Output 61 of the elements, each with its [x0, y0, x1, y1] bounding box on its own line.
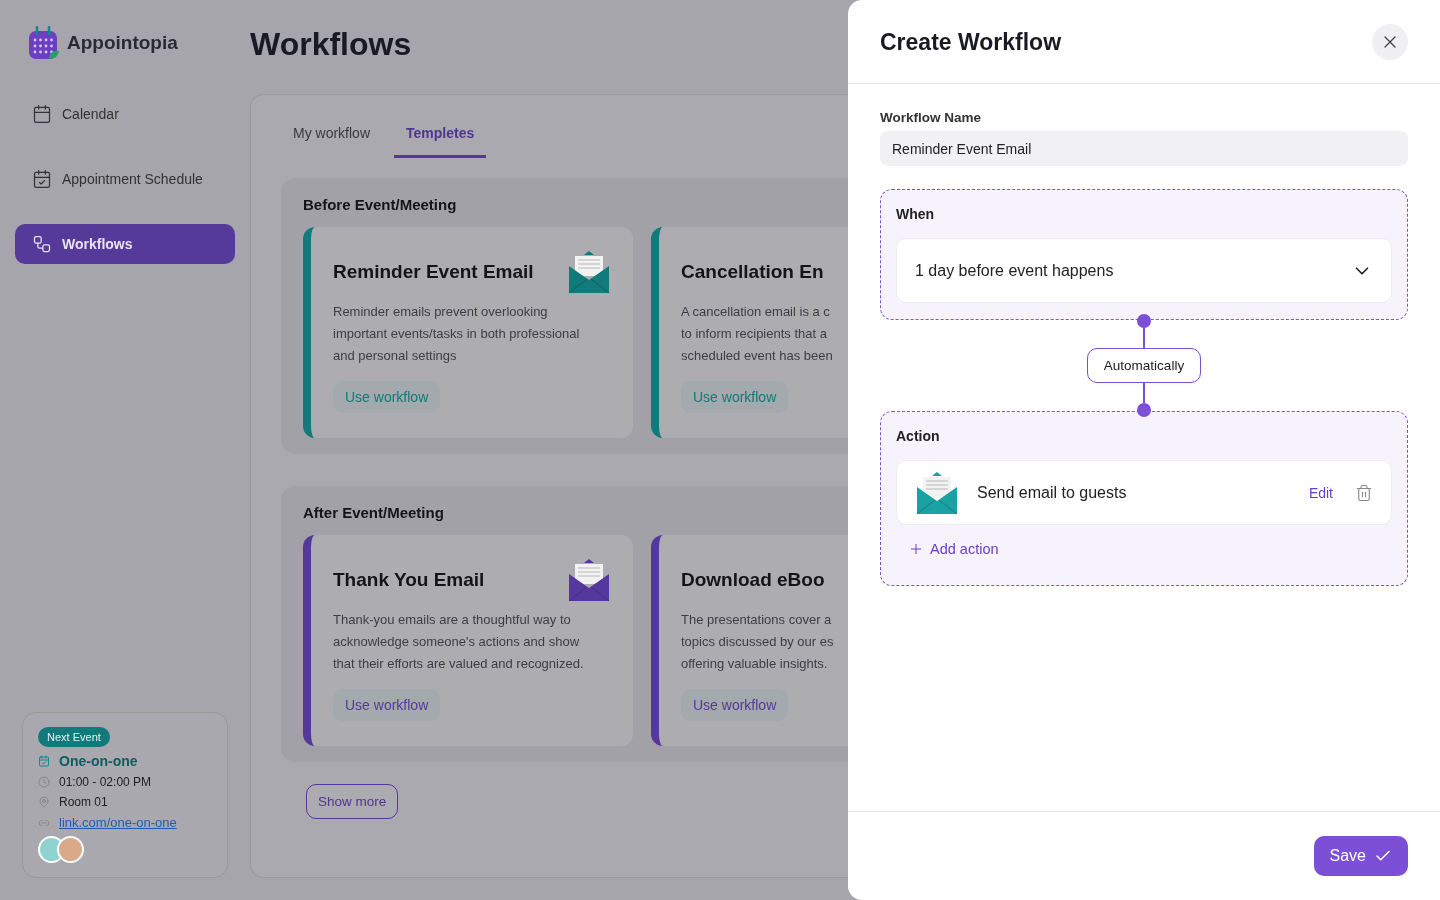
field-label: Workflow Name	[880, 110, 983, 125]
card-title: Reminder Event Email	[333, 261, 534, 283]
section-title: Before Event/Meeting	[303, 196, 458, 213]
card-description: Reminder emails prevent overlooking	[333, 303, 549, 321]
connector-line	[1143, 328, 1145, 348]
envelope-icon	[567, 558, 611, 602]
nav-item[interactable]: Calendar	[15, 94, 235, 134]
plus-icon	[908, 541, 924, 557]
card-description: scheduled event has been	[681, 347, 834, 365]
card-description: The presentations cover a	[681, 611, 833, 629]
when-select[interactable]: 1 day before event happens	[896, 238, 1392, 303]
event-title: One-on-one	[59, 753, 138, 769]
delete-button[interactable]	[1355, 483, 1373, 502]
tab[interactable]: Templetes	[394, 117, 487, 158]
nav-item[interactable]: Appointment Schedule	[15, 159, 235, 199]
save-button[interactable]: Save	[1313, 836, 1408, 876]
location-icon	[38, 796, 50, 808]
action-label: Action	[896, 428, 941, 444]
card-description: and personal settings	[333, 347, 458, 365]
event-room: Room 01	[59, 795, 108, 809]
card-title: Thank You Email	[333, 569, 485, 591]
show-more-button[interactable]: Show more	[306, 784, 399, 819]
calendar-icon	[38, 755, 50, 767]
tab[interactable]: My workflow	[281, 117, 382, 158]
workflow-name-field[interactable]: Reminder Event Email	[880, 131, 1408, 166]
app-name: Appointopia	[67, 32, 178, 54]
next-event-badge: Next Event	[38, 727, 110, 747]
calendar-icon	[32, 104, 52, 124]
card-description: that their efforts are valued and recognized.	[333, 655, 585, 673]
drawer-title: Create Workflow	[880, 28, 1062, 56]
calendar-check-icon	[32, 169, 52, 189]
connector-line	[1143, 383, 1145, 403]
card-description: offering valuable insights.	[681, 655, 829, 673]
card-description: to inform recipients that a	[681, 325, 828, 343]
section-title: After Event/Meeting	[303, 504, 445, 521]
use-workflow-button[interactable]: Use workflow	[333, 689, 441, 721]
card-title: Cancellation En	[681, 261, 824, 283]
trash-icon	[1355, 483, 1373, 502]
action-label: Send email to guests	[977, 483, 1128, 502]
close-button[interactable]	[1372, 24, 1408, 60]
card-description: acknowledge someone's actions and show	[333, 633, 581, 651]
envelope-icon	[567, 250, 611, 294]
add-action-button[interactable]: Add action	[896, 541, 1011, 557]
envelope-icon	[915, 470, 959, 515]
event-link[interactable]: link.com/one-on-one	[59, 815, 177, 830]
clock-icon	[38, 776, 50, 788]
event-time: 01:00 - 02:00 PM	[59, 775, 152, 789]
avatar	[57, 836, 84, 863]
card-description: A cancellation email is a c	[681, 303, 831, 321]
trigger-pill: Automatically	[1086, 348, 1202, 383]
use-workflow-button[interactable]: Use workflow	[681, 689, 789, 721]
card-description: topics discussed by our es	[681, 633, 835, 651]
when-label: When	[896, 206, 936, 222]
edit-link[interactable]: Edit	[1308, 484, 1333, 501]
card-title: Download eBoo	[681, 569, 825, 591]
nav-item[interactable]: Workflows	[15, 224, 235, 264]
card-description: important events/tasks in both professional	[333, 325, 581, 343]
page-title: Workflows	[250, 25, 413, 64]
card-description: Thank-you emails are a thoughtful way to	[333, 611, 572, 629]
logo-icon	[29, 26, 59, 60]
workflow-icon	[32, 234, 52, 254]
